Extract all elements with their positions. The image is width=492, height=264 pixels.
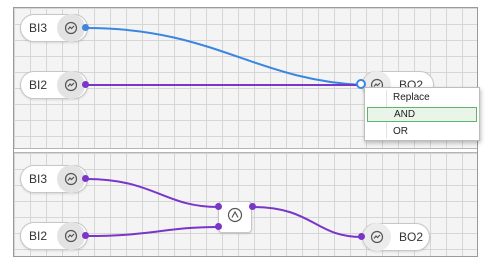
input-port[interactable] xyxy=(358,233,365,240)
wire-bi3-to-gate[interactable] xyxy=(85,178,219,208)
node-label: BI3 xyxy=(29,21,48,35)
input-node-bi3-bottom[interactable]: BI3 xyxy=(20,165,88,193)
gauge-icon xyxy=(57,71,85,99)
gauge-icon xyxy=(57,14,85,42)
output-port[interactable] xyxy=(249,203,256,210)
output-port[interactable] xyxy=(82,81,89,88)
input-node-bi2-bottom[interactable]: BI2 xyxy=(20,222,88,250)
input-port[interactable] xyxy=(215,223,222,230)
node-label: BI3 xyxy=(29,172,48,186)
input-node-bi3-top[interactable]: BI3 xyxy=(20,14,88,42)
wire-bi3-to-bo2[interactable] xyxy=(85,27,364,86)
gauge-icon xyxy=(57,222,85,250)
menu-item-and[interactable]: AND xyxy=(367,107,477,122)
wire-bi2-to-gate[interactable] xyxy=(85,226,219,237)
node-label: BI2 xyxy=(29,78,48,92)
input-node-bi2-top[interactable]: BI2 xyxy=(20,71,88,99)
gauge-icon xyxy=(57,165,85,193)
node-label: BO2 xyxy=(399,230,424,244)
node-label: BI2 xyxy=(29,229,48,243)
and-gate-icon xyxy=(227,207,243,228)
gauge-icon xyxy=(363,223,391,251)
and-gate-node[interactable] xyxy=(218,201,252,233)
menu-item-or[interactable]: OR xyxy=(367,124,477,139)
output-port[interactable] xyxy=(82,232,89,239)
wire-gate-to-bo2[interactable] xyxy=(251,206,363,238)
output-node-bo2-bottom[interactable]: BO2 xyxy=(362,223,430,251)
output-port[interactable] xyxy=(82,24,89,31)
context-menu: Replace AND OR xyxy=(364,87,480,141)
input-port[interactable] xyxy=(215,203,222,210)
output-port[interactable] xyxy=(82,175,89,182)
menu-item-replace[interactable]: Replace xyxy=(367,90,477,105)
